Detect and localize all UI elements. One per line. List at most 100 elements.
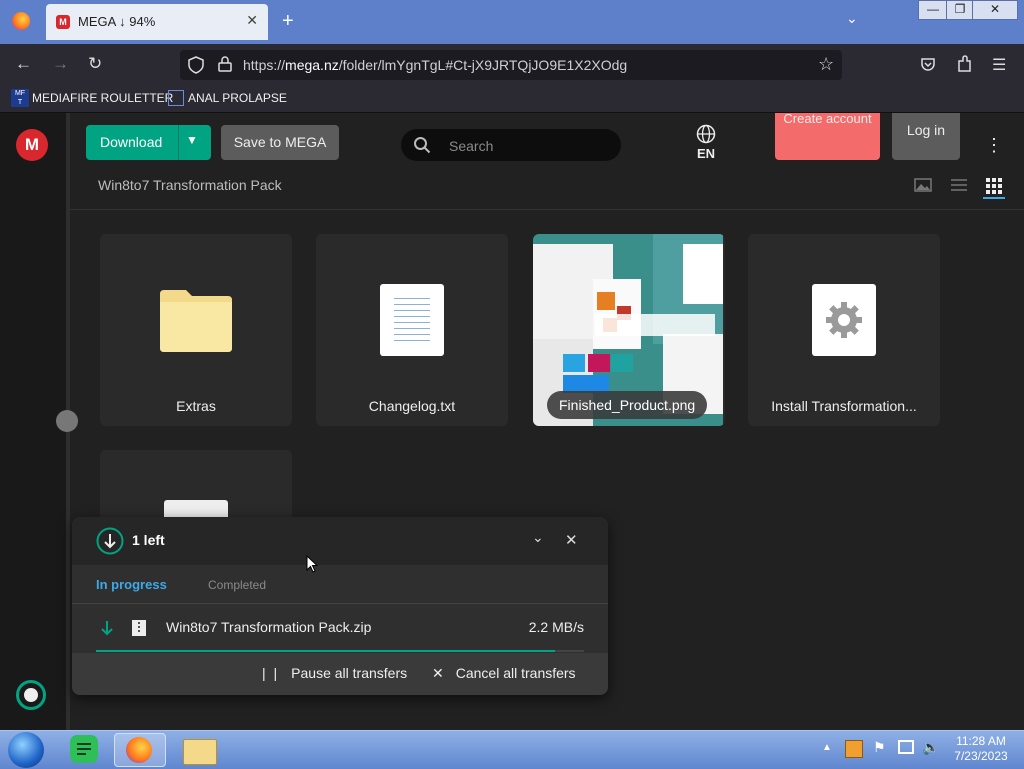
back-arrow-icon[interactable]: ← [15, 54, 32, 74]
create-account-button[interactable]: Create account [775, 111, 880, 160]
tab-completed[interactable]: Completed [208, 578, 266, 592]
network-icon[interactable] [898, 740, 914, 754]
language-selector[interactable]: EN [688, 124, 724, 161]
download-label: Download [100, 134, 163, 150]
clock-date: 7/23/2023 [954, 749, 1008, 763]
tile-partial-row2[interactable] [100, 450, 292, 520]
transfer-filename: Win8to7 Transformation Pack.zip [166, 619, 372, 635]
tab-mega[interactable]: M MEGA ↓ 94% ✕ [46, 4, 268, 40]
minimize-button[interactable]: — [918, 0, 948, 20]
url-path: /folder/lmYgnTgL#Ct-jX9JRTQjJO9E1X2XOdg [338, 57, 628, 73]
folder-icon [183, 739, 217, 765]
new-tab-button[interactable]: + [282, 10, 294, 33]
bookmark-star-icon[interactable]: ☆ [818, 54, 834, 75]
toolbar-divider [70, 209, 1024, 210]
thumbnail-view-icon[interactable] [914, 178, 932, 192]
pause-label: Pause all transfers [291, 665, 408, 681]
tile-label: Extras [176, 398, 216, 414]
transfer-progress-fill [96, 650, 555, 652]
language-code: EN [696, 146, 716, 161]
download-progress-icon [96, 527, 124, 555]
tile-folder-extras[interactable]: Extras [100, 234, 292, 426]
action-center-flag-icon[interactable]: ⚑ [873, 739, 886, 756]
taskbar-app-notes[interactable] [60, 733, 110, 765]
tab-in-progress[interactable]: In progress [96, 577, 167, 592]
forward-arrow-icon[interactable]: → [52, 54, 69, 74]
clock-time: 11:28 AM [956, 734, 1006, 748]
taskbar-app-firefox[interactable] [114, 733, 166, 767]
transfer-tabs: In progress Completed [72, 565, 608, 604]
log-in-button[interactable]: Log in [892, 113, 960, 160]
gear-icon [812, 284, 876, 356]
tile-file-changelog[interactable]: Changelog.txt [316, 234, 508, 426]
globe-icon [696, 124, 716, 144]
transfer-manager-panel: 1 left ⌄ ✕ In progress Completed Win8to7… [72, 517, 608, 695]
cancel-all-transfers-button[interactable]: ✕ Cancel all transfers [432, 665, 576, 682]
search-icon [414, 137, 431, 154]
collapse-chevron-icon[interactable]: ⌄ [532, 529, 544, 546]
extensions-icon[interactable] [956, 55, 972, 73]
restore-button[interactable]: ❐ [946, 0, 974, 20]
transfer-header: 1 left ⌄ ✕ [72, 517, 608, 565]
grid-view-active-indicator [983, 197, 1005, 199]
mega-logo[interactable]: M [16, 129, 48, 161]
transfer-footer: | | Pause all transfers ✕ Cancel all trans… [72, 653, 608, 695]
download-separator [178, 125, 179, 160]
download-button[interactable]: Download ▼ [86, 125, 211, 160]
firefox-icon [126, 737, 152, 763]
bookmark-mediafire[interactable]: MEDIAFIRE ROULETTER [32, 91, 173, 105]
bookmark-page-icon [168, 90, 184, 106]
tray-app-icon[interactable] [845, 740, 863, 758]
system-clock[interactable]: 11:28 AM 7/23/2023 [946, 734, 1016, 764]
search-input[interactable] [447, 135, 611, 157]
cancel-x-icon: ✕ [432, 665, 444, 681]
grid-view-icon[interactable] [986, 178, 1002, 194]
transfer-row[interactable]: Win8to7 Transformation Pack.zip 2.2 MB/s [72, 604, 608, 652]
pocket-icon[interactable] [920, 56, 936, 72]
cancel-label: Cancel all transfers [455, 665, 576, 681]
taskbar-app-explorer[interactable] [174, 733, 224, 765]
lock-icon[interactable] [218, 56, 232, 72]
list-tabs-chevron-icon[interactable]: ⌄ [846, 10, 858, 27]
breadcrumb[interactable]: Win8to7 Transformation Pack [98, 177, 282, 193]
notes-app-icon [70, 735, 98, 763]
list-view-icon[interactable] [950, 178, 968, 192]
volume-icon[interactable]: 🔈 [922, 739, 939, 756]
save-to-mega-button[interactable]: Save to MEGA [221, 125, 339, 160]
window-close-button[interactable]: ✕ [972, 0, 1018, 20]
transfer-status-icon[interactable] [16, 680, 46, 710]
pause-icon: | | [262, 665, 280, 681]
url-host: mega.nz [285, 57, 339, 73]
pause-all-transfers-button[interactable]: | | Pause all transfers [262, 665, 407, 681]
firefox-icon[interactable] [12, 12, 30, 30]
transfer-speed: 2.2 MB/s [528, 619, 584, 635]
bookmark-second[interactable]: ANAL PROLAPSE [188, 91, 287, 105]
tile-label: Finished_Product.png [547, 391, 708, 419]
folder-icon [160, 290, 232, 352]
url-scheme: https:// [243, 57, 286, 73]
mouse-cursor-icon [306, 555, 318, 573]
tile-file-install[interactable]: Install Transformation... [748, 234, 940, 426]
transfer-progress-bar [96, 650, 584, 652]
start-button[interactable] [8, 732, 44, 768]
scroll-thumb[interactable] [56, 410, 78, 432]
url-text[interactable]: https://mega.nz/folder/lmYgnTgL#Ct-jX9JR… [243, 57, 627, 73]
chevron-down-icon[interactable]: ▼ [186, 133, 198, 147]
mediafire-bookmark-icon: MF T [11, 89, 29, 107]
search-box[interactable] [401, 129, 621, 161]
shield-icon[interactable] [188, 56, 204, 74]
show-hidden-icons-icon[interactable]: ▲ [822, 742, 832, 753]
zip-file-icon [132, 620, 146, 636]
tile-file-finished-product[interactable]: Finished_Product.png [533, 234, 725, 426]
tab-close-icon[interactable]: ✕ [246, 12, 258, 29]
reload-icon[interactable]: ↻ [88, 54, 102, 74]
tile-label: Install Transformation... [771, 398, 917, 414]
close-icon[interactable]: ✕ [565, 531, 578, 549]
download-arrow-icon [101, 621, 113, 636]
create-account-label: Create account [783, 111, 872, 126]
menu-hamburger-icon[interactable]: ☰ [992, 55, 1006, 75]
transfers-remaining: 1 left [132, 532, 165, 548]
tile-label: Changelog.txt [368, 398, 456, 414]
more-options-icon[interactable]: ⋮ [985, 135, 1003, 156]
text-file-icon [380, 284, 444, 356]
